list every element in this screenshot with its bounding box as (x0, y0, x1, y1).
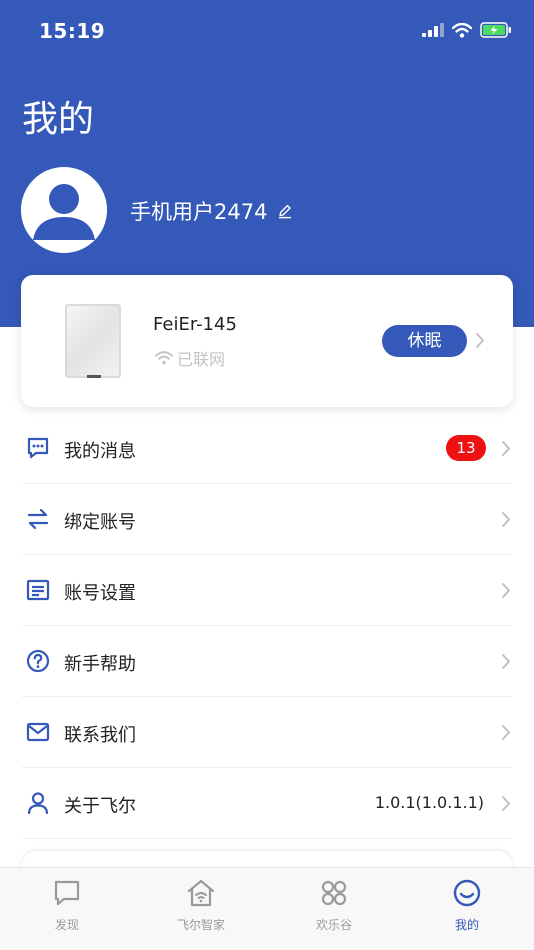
chevron-right-icon (502, 441, 510, 456)
wifi-status-icon (155, 351, 173, 365)
tab-bar: 发现 飞尔智家 欢乐谷 我的 (0, 867, 534, 950)
menu-label: 新手帮助 (64, 654, 136, 675)
battery-charging-icon (480, 22, 511, 38)
device-name: FeiEr-145 (153, 314, 237, 335)
mail-icon (26, 722, 50, 742)
tab-smart-home[interactable]: 飞尔智家 (134, 868, 268, 950)
avatar-person-icon (21, 167, 107, 253)
tab-label: 我的 (454, 918, 479, 932)
message-icon (27, 437, 49, 459)
edit-pencil-icon[interactable] (277, 203, 293, 219)
grid-circles-icon (321, 880, 347, 906)
sleep-button[interactable]: 休眠 (382, 325, 467, 357)
smart-home-icon (187, 879, 215, 907)
help-icon (26, 649, 50, 673)
chat-bubble-icon (54, 880, 80, 906)
menu-item-help[interactable]: 新手帮助 (0, 626, 534, 697)
tab-label: 飞尔智家 (176, 918, 225, 932)
tab-happy-valley[interactable]: 欢乐谷 (267, 868, 401, 950)
signal-icon (422, 23, 444, 37)
avatar[interactable] (21, 167, 107, 253)
wifi-icon (452, 22, 472, 38)
account-settings-icon (26, 579, 50, 601)
device-status-text: 已联网 (177, 350, 226, 369)
user-icon (27, 792, 49, 815)
menu-item-account-settings[interactable]: 账号设置 (0, 555, 534, 626)
device-status: 已联网 (155, 346, 225, 370)
menu-item-messages[interactable]: 我的消息 13 (0, 413, 534, 484)
chevron-right-icon (502, 725, 510, 740)
tab-discover[interactable]: 发现 (0, 868, 134, 950)
menu-item-contact[interactable]: 联系我们 (0, 697, 534, 768)
menu-label: 联系我们 (64, 725, 136, 746)
unread-badge: 13 (446, 435, 486, 461)
menu-item-bind-account[interactable]: 绑定账号 (0, 484, 534, 555)
divider (22, 838, 512, 839)
tab-mine[interactable]: 我的 (400, 868, 534, 950)
status-icons (422, 22, 512, 38)
username: 手机用户2474 (130, 200, 268, 224)
menu-label: 绑定账号 (64, 512, 136, 533)
chevron-right-icon (502, 583, 510, 598)
menu-label: 我的消息 (64, 441, 136, 462)
page-title: 我的 (22, 99, 95, 140)
tab-label: 发现 (54, 918, 79, 932)
swap-arrows-icon (27, 508, 49, 530)
chevron-right-icon (502, 512, 510, 527)
status-bar: 15:19 (0, 0, 534, 62)
menu-item-about[interactable]: 关于飞尔 1.0.1(1.0.1.1) (0, 768, 534, 839)
chevron-right-icon (502, 654, 510, 669)
menu-label: 关于飞尔 (64, 796, 136, 817)
smile-icon (453, 879, 481, 907)
menu-list: 我的消息 13 绑定账号 账号设置 新手帮助 联系我们 关于飞尔 1.0.1(1… (0, 413, 534, 839)
version-text: 1.0.1(1.0.1.1) (374, 793, 484, 812)
device-image (65, 304, 121, 378)
chevron-right-icon (502, 796, 510, 811)
tab-label: 欢乐谷 (315, 918, 352, 932)
device-card[interactable]: FeiEr-145 已联网 休眠 (21, 275, 513, 407)
menu-label: 账号设置 (64, 583, 136, 604)
status-time: 15:19 (39, 19, 106, 43)
chevron-right-icon[interactable] (475, 332, 485, 349)
username-row[interactable]: 手机用户2474 (130, 196, 293, 226)
